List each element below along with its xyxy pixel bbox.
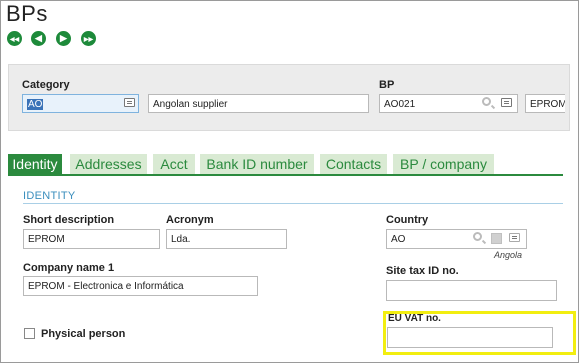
category-input[interactable]: AO xyxy=(22,94,139,113)
tab-addresses[interactable]: Addresses xyxy=(70,154,147,174)
physical-person-label: Physical person xyxy=(41,328,126,340)
tab-bar-underline xyxy=(8,174,563,176)
selection-list-icon[interactable] xyxy=(124,98,135,107)
page-title: BPs xyxy=(6,1,48,26)
next-record-button[interactable]: ▶ xyxy=(56,31,71,46)
country-value: AO xyxy=(391,234,406,245)
section-divider xyxy=(23,203,563,204)
section-title: IDENTITY xyxy=(23,190,76,202)
search-icon[interactable] xyxy=(473,232,482,241)
category-description: Angolan supplier xyxy=(148,94,369,113)
site-tax-id-label: Site tax ID no. xyxy=(386,265,459,277)
tab-bp-company[interactable]: BP / company xyxy=(393,154,494,174)
zoom-icon[interactable] xyxy=(491,233,502,244)
tab-contacts[interactable]: Contacts xyxy=(320,154,387,174)
category-label: Category xyxy=(22,79,70,91)
last-icon: ▶▶ xyxy=(83,37,94,43)
acronym-input[interactable]: Lda. xyxy=(166,229,287,249)
tab-acct[interactable]: Acct xyxy=(153,154,195,174)
tab-bank-id-number[interactable]: Bank ID number xyxy=(200,154,314,174)
search-icon[interactable] xyxy=(482,97,491,106)
short-description-label: Short description xyxy=(23,214,115,226)
previous-record-button[interactable]: ◀ xyxy=(31,31,46,46)
country-input[interactable]: AO xyxy=(386,229,527,249)
bp-label: BP xyxy=(379,79,395,91)
eu-vat-highlight xyxy=(383,311,576,355)
first-icon: ◀◀ xyxy=(9,37,20,43)
last-record-button[interactable]: ▶▶ xyxy=(81,31,96,46)
selection-list-icon[interactable] xyxy=(509,233,520,242)
tab-identity[interactable]: Identity xyxy=(8,154,62,174)
bp-input[interactable]: AO021 xyxy=(379,94,518,113)
site-tax-id-input[interactable] xyxy=(386,280,557,301)
first-record-button[interactable]: ◀◀ xyxy=(7,31,22,46)
company-name-label: Company name 1 xyxy=(23,262,115,274)
previous-icon: ◀ xyxy=(35,33,42,43)
company-name-input[interactable]: EPROM - Electronica e Informática xyxy=(23,276,258,296)
short-description-input[interactable]: EPROM xyxy=(23,229,160,249)
acronym-label: Acronym xyxy=(166,214,214,226)
country-label: Country xyxy=(386,214,429,226)
physical-person-checkbox[interactable] xyxy=(24,328,35,339)
selection-list-icon[interactable] xyxy=(501,98,512,107)
window-frame xyxy=(0,0,579,363)
country-name: Angola xyxy=(494,250,523,260)
bp-value: AO021 xyxy=(384,99,416,110)
bp-description: EPROM xyxy=(525,94,565,113)
category-value: AO xyxy=(27,99,44,110)
next-icon: ▶ xyxy=(60,33,67,43)
